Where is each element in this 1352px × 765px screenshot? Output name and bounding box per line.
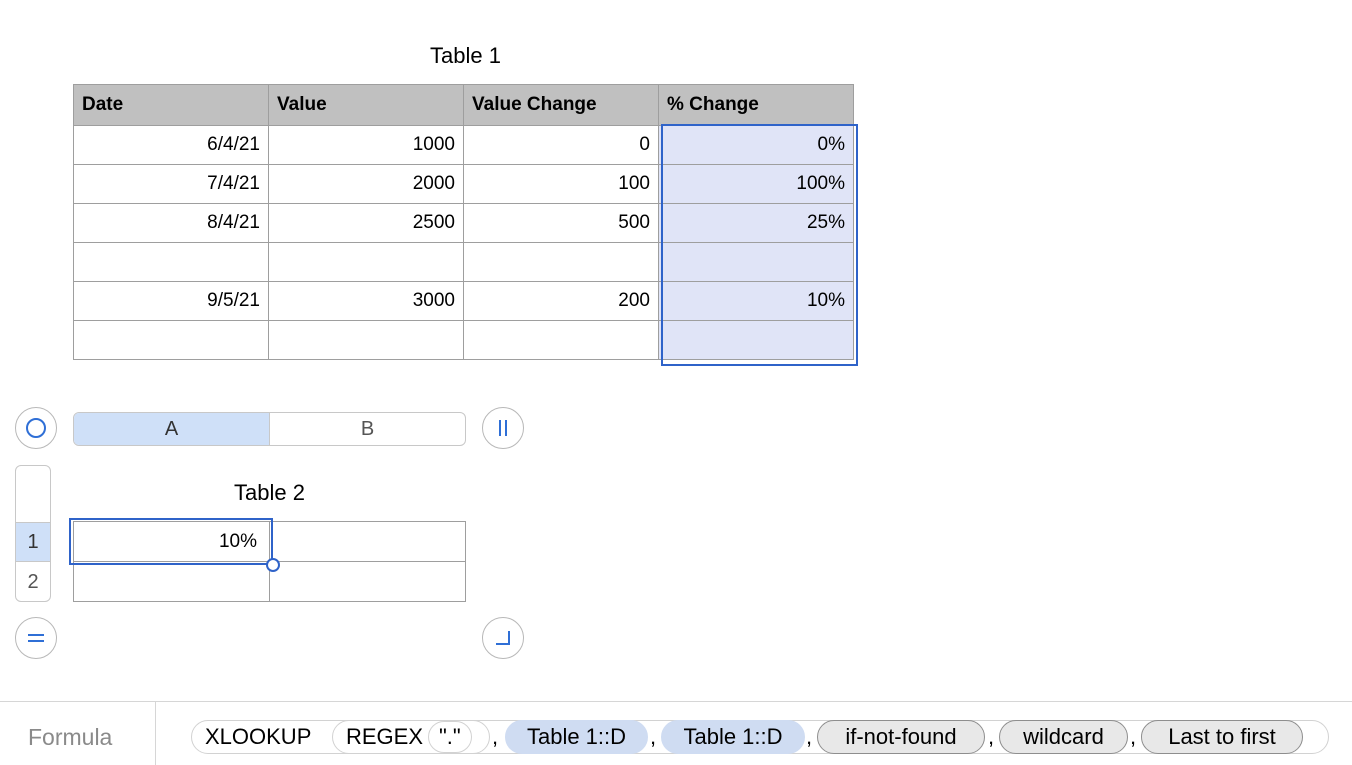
wildcard-option-token[interactable]: wildcard (999, 720, 1128, 754)
reference-token-1[interactable]: Table 1::D (505, 720, 648, 754)
formula-label: Formula (28, 724, 113, 750)
table1-cell[interactable] (463, 242, 659, 282)
table-row (73, 320, 854, 360)
formula-bar: Formula XLOOKUP REGEX "." , Table 1::D ,… (0, 701, 1352, 765)
column-header-b[interactable]: B (270, 413, 465, 445)
table1-cell[interactable]: 7/4/21 (73, 164, 269, 204)
fill-handle[interactable] (266, 558, 280, 572)
table1-cell[interactable]: 500 (463, 203, 659, 243)
table1-cell[interactable] (268, 242, 464, 282)
table1-cell[interactable]: 200 (463, 281, 659, 321)
table1-cell[interactable]: 8/4/21 (73, 203, 269, 243)
table1-cell[interactable]: 3000 (268, 281, 464, 321)
column-header-bar: A B (73, 412, 466, 446)
regex-token[interactable]: REGEX (334, 720, 435, 754)
column-resize-handle[interactable] (482, 407, 524, 449)
table1-cell[interactable]: 0% (658, 125, 854, 165)
active-cell-outline (69, 518, 273, 565)
formula-divider (155, 702, 156, 765)
comma-separator: , (492, 724, 499, 749)
table1-cell[interactable]: 100% (658, 164, 854, 204)
search-order-option-token[interactable]: Last to first (1141, 720, 1303, 754)
table-row: 9/5/21 3000 200 10% (73, 281, 854, 321)
select-all-button[interactable] (15, 407, 57, 449)
table1-cell[interactable] (658, 320, 854, 360)
table1-cell[interactable] (268, 320, 464, 360)
circle-icon (26, 418, 46, 438)
corner-icon (496, 631, 510, 645)
comma-separator: , (806, 724, 813, 749)
table1-header-pct-change[interactable]: % Change (658, 84, 854, 126)
table1-cell[interactable] (658, 242, 854, 282)
row-header-2[interactable]: 2 (16, 562, 50, 601)
table1-header-value[interactable]: Value (268, 84, 464, 126)
table-row: 6/4/21 1000 0 0% (73, 125, 854, 165)
column-header-a[interactable]: A (74, 413, 270, 445)
table1[interactable]: Date Value Value Change % Change 6/4/21 … (73, 84, 854, 360)
table1-cell[interactable] (463, 320, 659, 360)
table1-cell[interactable]: 1000 (268, 125, 464, 165)
table1-cell[interactable]: 9/5/21 (73, 281, 269, 321)
comma-separator: , (650, 724, 657, 749)
row-resize-handle[interactable] (15, 617, 57, 659)
table1-title: Table 1 (430, 43, 501, 68)
table1-cell[interactable]: 6/4/21 (73, 125, 269, 165)
table-resize-handle[interactable] (482, 617, 524, 659)
table2-cell-a2[interactable] (73, 561, 270, 602)
table2-title: Table 2 (234, 480, 305, 505)
comma-separator: , (988, 724, 995, 749)
table1-header-date[interactable]: Date (73, 84, 269, 126)
regex-pattern-token[interactable]: "." (428, 721, 472, 753)
table1-cell[interactable]: 2500 (268, 203, 464, 243)
table-row (73, 242, 854, 282)
table1-cell[interactable] (73, 320, 269, 360)
table1-cell[interactable]: 2000 (268, 164, 464, 204)
table-row: 8/4/21 2500 500 25% (73, 203, 854, 243)
table-row: 7/4/21 2000 100 100% (73, 164, 854, 204)
equals-icon (28, 634, 44, 642)
table1-cell[interactable]: 100 (463, 164, 659, 204)
table1-header-value-change[interactable]: Value Change (463, 84, 659, 126)
table1-cell[interactable] (73, 242, 269, 282)
table1-cell[interactable]: 25% (658, 203, 854, 243)
table1-cell[interactable]: 10% (658, 281, 854, 321)
table2-cell-b2[interactable] (269, 561, 466, 602)
row-header-bar: 1 2 (15, 465, 51, 602)
table1-cell[interactable]: 0 (463, 125, 659, 165)
xlookup-token[interactable]: XLOOKUP (193, 720, 323, 754)
reference-token-2[interactable]: Table 1::D (661, 720, 805, 754)
comma-separator: , (1130, 724, 1137, 749)
table2-cell-b1[interactable] (269, 521, 466, 562)
column-handle-icon (499, 420, 507, 436)
table1-header-row: Date Value Value Change % Change (73, 84, 854, 126)
if-not-found-option-token[interactable]: if-not-found (817, 720, 985, 754)
row-header-1[interactable]: 1 (16, 522, 50, 562)
